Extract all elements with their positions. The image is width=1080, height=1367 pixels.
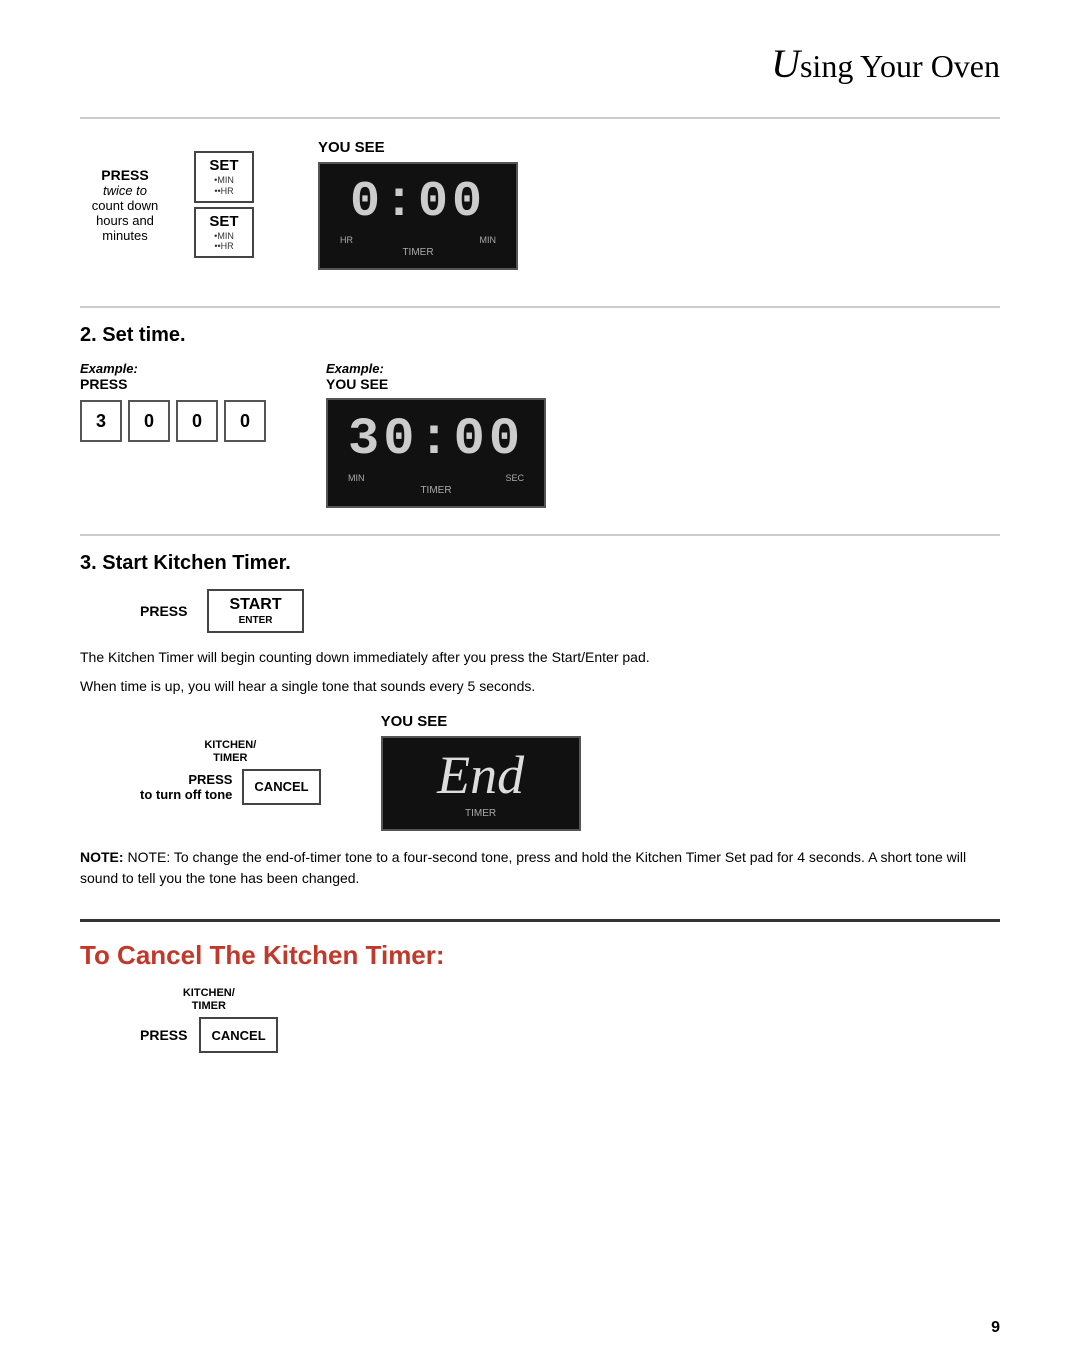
- step2-display-text: 30:00: [348, 410, 524, 469]
- cancel-kitchen-timer-label: KITCHEN/TIMER: [183, 987, 235, 1013]
- step1-twice: twice to: [80, 183, 170, 198]
- step2-row: Example: PRESS 3 0 0 0 Example: YOU SEE …: [80, 361, 1000, 508]
- step2-press-label: PRESS: [80, 376, 266, 392]
- set-btn-1-sub2: ••HR: [214, 186, 233, 197]
- step2-you-see-group: Example: YOU SEE 30:00 MIN SEC TIMER: [326, 361, 546, 508]
- step3-kitchen-timer-label: KITCHEN/TIMER: [204, 739, 256, 765]
- step3-you-see-label: YOU SEE: [381, 713, 581, 730]
- main-content: PRESS twice to count down hours and minu…: [0, 107, 1080, 1093]
- step3-press-turn-off-label: PRESS to turn off tone: [140, 772, 232, 802]
- step1-you-see-group: YOU SEE 0:00 HR MIN TIMER: [318, 139, 518, 270]
- step1-press-text: PRESS twice to count down hours and minu…: [80, 167, 170, 243]
- step3-note: NOTE: NOTE: To change the end-of-timer t…: [80, 847, 1000, 889]
- set-btn-2-main: SET: [209, 213, 238, 231]
- step2-display: 30:00 MIN SEC TIMER: [326, 398, 546, 508]
- num-key-0a[interactable]: 0: [128, 400, 170, 442]
- start-btn-main: START: [229, 595, 281, 614]
- step2-example-press: Example: PRESS 3 0 0 0: [80, 361, 266, 442]
- step1-row: PRESS twice to count down hours and minu…: [80, 139, 1000, 270]
- step3-start-row: PRESS START ENTER: [80, 589, 1000, 633]
- step1-countdown: count down: [80, 198, 170, 213]
- cancel-press-label: PRESS: [140, 1027, 187, 1043]
- cancel-section: To Cancel The Kitchen Timer: KITCHEN/TIM…: [80, 919, 1000, 1053]
- step3-end-text: End: [437, 748, 524, 802]
- set-btn-1[interactable]: SET •MIN ••HR: [194, 151, 254, 203]
- step2-timer-label: TIMER: [420, 485, 451, 496]
- step1-min-label: MIN: [480, 235, 497, 245]
- num-key-0c[interactable]: 0: [224, 400, 266, 442]
- step2-min-label: MIN: [348, 473, 365, 483]
- start-enter-btn[interactable]: START ENTER: [207, 589, 303, 633]
- cancel-section-title: To Cancel The Kitchen Timer:: [80, 940, 1000, 971]
- step3-body1: The Kitchen Timer will begin counting do…: [80, 647, 1000, 668]
- set-btn-2[interactable]: SET •MIN ••HR: [194, 207, 254, 259]
- step2-keys: 3 0 0 0: [80, 400, 266, 442]
- step3-cancel-btn[interactable]: CANCEL: [242, 769, 320, 805]
- set-btn-1-main: SET: [209, 157, 238, 175]
- header-title-rest: sing Your Oven: [800, 48, 1000, 84]
- step1-display: 0:00 HR MIN TIMER: [318, 162, 518, 270]
- num-key-0b[interactable]: 0: [176, 400, 218, 442]
- step1-hours: hours and: [80, 213, 170, 228]
- step3-cancel-row: KITCHEN/TIMER PRESS to turn off tone CAN…: [80, 713, 1000, 831]
- cancel-bottom-row: PRESS CANCEL: [140, 1017, 278, 1053]
- step3-end-timer-label: TIMER: [465, 808, 496, 819]
- step1-timer-label: TIMER: [402, 247, 433, 258]
- step2-sec-label: SEC: [506, 473, 525, 483]
- step2-example-label: Example:: [80, 361, 266, 376]
- step3-you-see-end-group: YOU SEE End TIMER: [381, 713, 581, 831]
- step1-hr-label: HR: [340, 235, 353, 245]
- step1-section: PRESS twice to count down hours and minu…: [80, 117, 1000, 290]
- step1-minutes: minutes: [80, 228, 170, 243]
- set-btn-2-sub2: ••HR: [214, 241, 233, 252]
- step2-you-see-label: YOU SEE: [326, 376, 546, 392]
- step3-end-display: End TIMER: [381, 736, 581, 831]
- step1-you-see-label: YOU SEE: [318, 139, 518, 156]
- step3-press-label: PRESS: [140, 603, 187, 619]
- step1-display-labels: HR MIN: [340, 235, 496, 245]
- step3-press-cancel-row: PRESS to turn off tone CANCEL: [140, 769, 321, 805]
- note-text: NOTE: To change the end-of-timer tone to…: [80, 849, 966, 886]
- num-key-3[interactable]: 3: [80, 400, 122, 442]
- step1-set-buttons: SET •MIN ••HR SET •MIN ••HR: [194, 151, 254, 258]
- step2-example-you-see: Example:: [326, 361, 546, 376]
- step2-section: 2. Set time. Example: PRESS 3 0 0 0 Exam…: [80, 306, 1000, 518]
- page-header: Using Your Oven: [0, 0, 1080, 107]
- page-number: 9: [991, 1319, 1000, 1337]
- step2-display-labels: MIN SEC: [348, 473, 524, 483]
- set-btn-1-sub1: •MIN: [214, 175, 234, 186]
- step3-section: 3. Start Kitchen Timer. PRESS START ENTE…: [80, 534, 1000, 909]
- step3-title: 3. Start Kitchen Timer.: [80, 552, 1000, 575]
- cancel-press-row: KITCHEN/TIMER PRESS CANCEL: [140, 987, 1000, 1053]
- cursive-u: U: [771, 41, 800, 86]
- step3-body2: When time is up, you will hear a single …: [80, 676, 1000, 697]
- step3-press-off-group: KITCHEN/TIMER PRESS to turn off tone CAN…: [140, 739, 321, 805]
- cancel-kt-label-group: KITCHEN/TIMER PRESS CANCEL: [140, 987, 278, 1053]
- note-bold: NOTE:: [80, 849, 124, 865]
- cancel-section-cancel-btn[interactable]: CANCEL: [199, 1017, 277, 1053]
- step1-display-text: 0:00: [350, 174, 486, 231]
- start-btn-sub: ENTER: [239, 615, 273, 627]
- step2-title: 2. Set time.: [80, 324, 1000, 347]
- step1-press-label: PRESS: [80, 167, 170, 183]
- set-btn-2-sub1: •MIN: [214, 231, 234, 242]
